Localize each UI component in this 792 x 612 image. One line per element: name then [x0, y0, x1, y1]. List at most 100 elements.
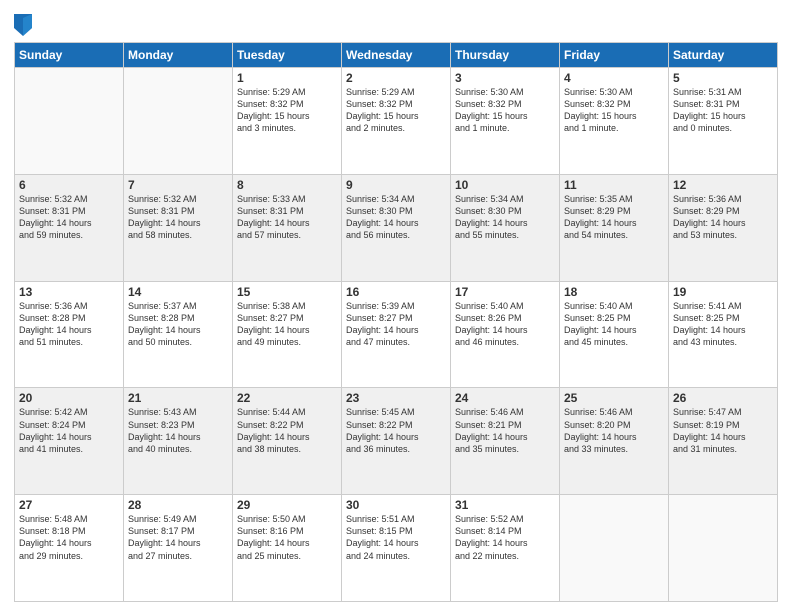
day-number: 15: [237, 285, 337, 299]
day-number: 25: [564, 391, 664, 405]
day-cell: 29Sunrise: 5:50 AM Sunset: 8:16 PM Dayli…: [233, 495, 342, 602]
calendar: SundayMondayTuesdayWednesdayThursdayFrid…: [14, 42, 778, 602]
weekday-header-tuesday: Tuesday: [233, 43, 342, 68]
day-number: 7: [128, 178, 228, 192]
day-cell: 16Sunrise: 5:39 AM Sunset: 8:27 PM Dayli…: [342, 281, 451, 388]
day-number: 16: [346, 285, 446, 299]
day-cell: 19Sunrise: 5:41 AM Sunset: 8:25 PM Dayli…: [669, 281, 778, 388]
day-info: Sunrise: 5:30 AM Sunset: 8:32 PM Dayligh…: [455, 86, 555, 135]
day-number: 20: [19, 391, 119, 405]
day-cell: 9Sunrise: 5:34 AM Sunset: 8:30 PM Daylig…: [342, 174, 451, 281]
day-info: Sunrise: 5:45 AM Sunset: 8:22 PM Dayligh…: [346, 406, 446, 455]
day-info: Sunrise: 5:37 AM Sunset: 8:28 PM Dayligh…: [128, 300, 228, 349]
logo-icon: [14, 14, 32, 36]
day-cell: 3Sunrise: 5:30 AM Sunset: 8:32 PM Daylig…: [451, 68, 560, 175]
day-cell: 30Sunrise: 5:51 AM Sunset: 8:15 PM Dayli…: [342, 495, 451, 602]
day-number: 18: [564, 285, 664, 299]
week-row-3: 13Sunrise: 5:36 AM Sunset: 8:28 PM Dayli…: [15, 281, 778, 388]
day-cell: 7Sunrise: 5:32 AM Sunset: 8:31 PM Daylig…: [124, 174, 233, 281]
day-number: 2: [346, 71, 446, 85]
day-number: 13: [19, 285, 119, 299]
day-info: Sunrise: 5:29 AM Sunset: 8:32 PM Dayligh…: [346, 86, 446, 135]
weekday-header-saturday: Saturday: [669, 43, 778, 68]
day-number: 6: [19, 178, 119, 192]
day-info: Sunrise: 5:41 AM Sunset: 8:25 PM Dayligh…: [673, 300, 773, 349]
day-cell: 26Sunrise: 5:47 AM Sunset: 8:19 PM Dayli…: [669, 388, 778, 495]
day-cell: 12Sunrise: 5:36 AM Sunset: 8:29 PM Dayli…: [669, 174, 778, 281]
day-info: Sunrise: 5:39 AM Sunset: 8:27 PM Dayligh…: [346, 300, 446, 349]
day-number: 11: [564, 178, 664, 192]
day-info: Sunrise: 5:36 AM Sunset: 8:28 PM Dayligh…: [19, 300, 119, 349]
day-number: 3: [455, 71, 555, 85]
day-info: Sunrise: 5:38 AM Sunset: 8:27 PM Dayligh…: [237, 300, 337, 349]
week-row-5: 27Sunrise: 5:48 AM Sunset: 8:18 PM Dayli…: [15, 495, 778, 602]
day-info: Sunrise: 5:32 AM Sunset: 8:31 PM Dayligh…: [19, 193, 119, 242]
day-cell: 14Sunrise: 5:37 AM Sunset: 8:28 PM Dayli…: [124, 281, 233, 388]
day-info: Sunrise: 5:46 AM Sunset: 8:21 PM Dayligh…: [455, 406, 555, 455]
day-number: 31: [455, 498, 555, 512]
day-cell: 27Sunrise: 5:48 AM Sunset: 8:18 PM Dayli…: [15, 495, 124, 602]
day-number: 26: [673, 391, 773, 405]
header: [14, 10, 778, 36]
day-cell: 15Sunrise: 5:38 AM Sunset: 8:27 PM Dayli…: [233, 281, 342, 388]
day-cell: 1Sunrise: 5:29 AM Sunset: 8:32 PM Daylig…: [233, 68, 342, 175]
day-number: 8: [237, 178, 337, 192]
day-info: Sunrise: 5:44 AM Sunset: 8:22 PM Dayligh…: [237, 406, 337, 455]
day-cell: [669, 495, 778, 602]
week-row-4: 20Sunrise: 5:42 AM Sunset: 8:24 PM Dayli…: [15, 388, 778, 495]
week-row-2: 6Sunrise: 5:32 AM Sunset: 8:31 PM Daylig…: [15, 174, 778, 281]
weekday-header-thursday: Thursday: [451, 43, 560, 68]
day-number: 17: [455, 285, 555, 299]
day-cell: 25Sunrise: 5:46 AM Sunset: 8:20 PM Dayli…: [560, 388, 669, 495]
day-cell: 6Sunrise: 5:32 AM Sunset: 8:31 PM Daylig…: [15, 174, 124, 281]
weekday-header-friday: Friday: [560, 43, 669, 68]
day-number: 21: [128, 391, 228, 405]
page: SundayMondayTuesdayWednesdayThursdayFrid…: [0, 0, 792, 612]
day-info: Sunrise: 5:35 AM Sunset: 8:29 PM Dayligh…: [564, 193, 664, 242]
day-number: 4: [564, 71, 664, 85]
day-number: 12: [673, 178, 773, 192]
day-info: Sunrise: 5:50 AM Sunset: 8:16 PM Dayligh…: [237, 513, 337, 562]
day-info: Sunrise: 5:47 AM Sunset: 8:19 PM Dayligh…: [673, 406, 773, 455]
day-info: Sunrise: 5:51 AM Sunset: 8:15 PM Dayligh…: [346, 513, 446, 562]
day-cell: 5Sunrise: 5:31 AM Sunset: 8:31 PM Daylig…: [669, 68, 778, 175]
day-cell: 10Sunrise: 5:34 AM Sunset: 8:30 PM Dayli…: [451, 174, 560, 281]
day-info: Sunrise: 5:48 AM Sunset: 8:18 PM Dayligh…: [19, 513, 119, 562]
day-cell: 11Sunrise: 5:35 AM Sunset: 8:29 PM Dayli…: [560, 174, 669, 281]
day-info: Sunrise: 5:34 AM Sunset: 8:30 PM Dayligh…: [346, 193, 446, 242]
day-cell: 20Sunrise: 5:42 AM Sunset: 8:24 PM Dayli…: [15, 388, 124, 495]
day-cell: [15, 68, 124, 175]
day-cell: [124, 68, 233, 175]
day-number: 5: [673, 71, 773, 85]
day-number: 22: [237, 391, 337, 405]
day-cell: 8Sunrise: 5:33 AM Sunset: 8:31 PM Daylig…: [233, 174, 342, 281]
day-info: Sunrise: 5:40 AM Sunset: 8:26 PM Dayligh…: [455, 300, 555, 349]
day-number: 19: [673, 285, 773, 299]
day-info: Sunrise: 5:36 AM Sunset: 8:29 PM Dayligh…: [673, 193, 773, 242]
weekday-header-monday: Monday: [124, 43, 233, 68]
day-cell: 18Sunrise: 5:40 AM Sunset: 8:25 PM Dayli…: [560, 281, 669, 388]
day-number: 1: [237, 71, 337, 85]
day-number: 23: [346, 391, 446, 405]
day-cell: 13Sunrise: 5:36 AM Sunset: 8:28 PM Dayli…: [15, 281, 124, 388]
day-info: Sunrise: 5:33 AM Sunset: 8:31 PM Dayligh…: [237, 193, 337, 242]
day-number: 29: [237, 498, 337, 512]
day-info: Sunrise: 5:52 AM Sunset: 8:14 PM Dayligh…: [455, 513, 555, 562]
day-number: 9: [346, 178, 446, 192]
day-info: Sunrise: 5:32 AM Sunset: 8:31 PM Dayligh…: [128, 193, 228, 242]
day-cell: 17Sunrise: 5:40 AM Sunset: 8:26 PM Dayli…: [451, 281, 560, 388]
logo: [14, 14, 36, 36]
day-info: Sunrise: 5:29 AM Sunset: 8:32 PM Dayligh…: [237, 86, 337, 135]
day-cell: 28Sunrise: 5:49 AM Sunset: 8:17 PM Dayli…: [124, 495, 233, 602]
day-cell: 24Sunrise: 5:46 AM Sunset: 8:21 PM Dayli…: [451, 388, 560, 495]
day-cell: 31Sunrise: 5:52 AM Sunset: 8:14 PM Dayli…: [451, 495, 560, 602]
day-number: 30: [346, 498, 446, 512]
day-info: Sunrise: 5:40 AM Sunset: 8:25 PM Dayligh…: [564, 300, 664, 349]
day-info: Sunrise: 5:34 AM Sunset: 8:30 PM Dayligh…: [455, 193, 555, 242]
day-cell: 23Sunrise: 5:45 AM Sunset: 8:22 PM Dayli…: [342, 388, 451, 495]
weekday-header-sunday: Sunday: [15, 43, 124, 68]
day-info: Sunrise: 5:31 AM Sunset: 8:31 PM Dayligh…: [673, 86, 773, 135]
day-cell: 21Sunrise: 5:43 AM Sunset: 8:23 PM Dayli…: [124, 388, 233, 495]
week-row-1: 1Sunrise: 5:29 AM Sunset: 8:32 PM Daylig…: [15, 68, 778, 175]
weekday-header-row: SundayMondayTuesdayWednesdayThursdayFrid…: [15, 43, 778, 68]
